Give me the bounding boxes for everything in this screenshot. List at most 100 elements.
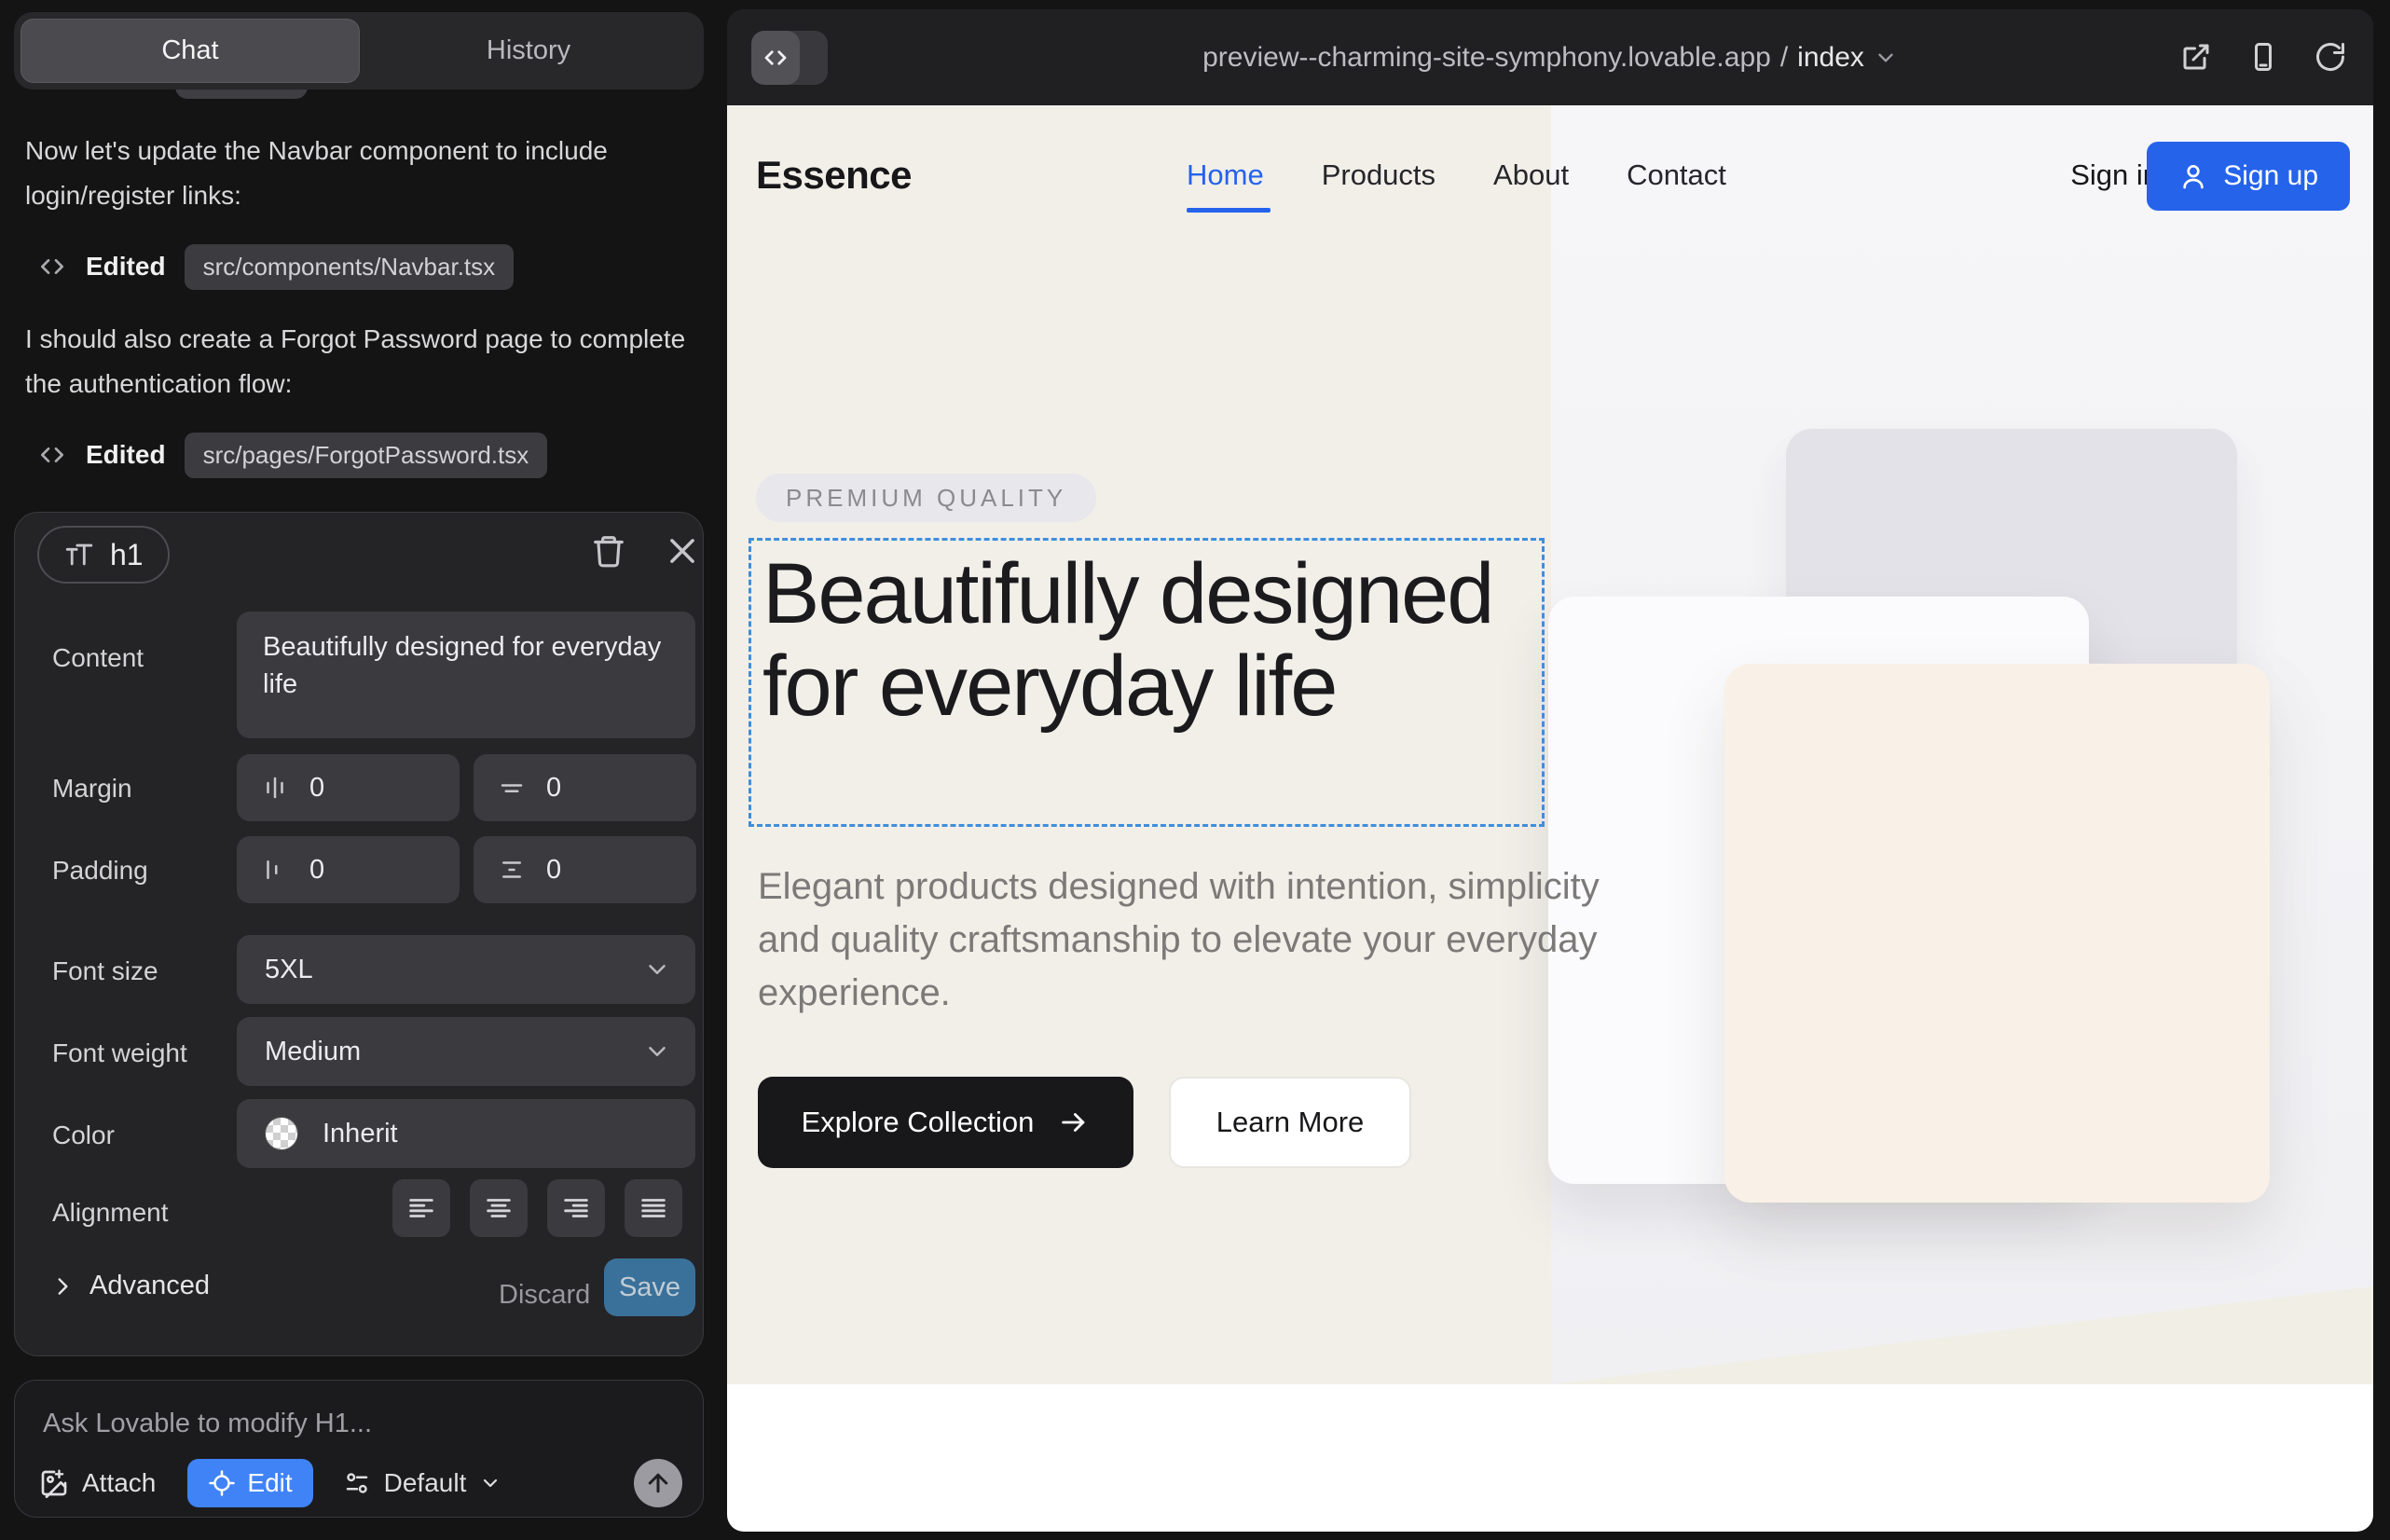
align-left-button[interactable]	[392, 1179, 450, 1237]
chrome-actions	[2179, 40, 2347, 74]
file-chip[interactable]: src/components/Navbar.tsx	[185, 244, 515, 290]
align-justify-button[interactable]	[625, 1179, 682, 1237]
tab-history[interactable]: History	[360, 19, 697, 83]
chat-message: Now let's update the Navbar component to…	[25, 129, 692, 218]
selected-element-tag: h1	[37, 526, 170, 584]
mode-select[interactable]: Default	[343, 1468, 502, 1498]
site-navbar: Essence Home Products About Contact Sign…	[727, 105, 2373, 245]
explore-collection-button[interactable]: Explore Collection	[758, 1077, 1133, 1168]
margin-horizontal-value: 0	[309, 773, 324, 804]
advanced-toggle[interactable]: Advanced	[50, 1271, 210, 1301]
type-icon	[63, 539, 95, 571]
attach-label: Attach	[82, 1468, 156, 1498]
align-right-button[interactable]	[547, 1179, 605, 1237]
chevron-down-icon	[643, 956, 671, 983]
send-button[interactable]	[634, 1459, 682, 1507]
nav-link-contact[interactable]: Contact	[1627, 158, 1726, 192]
chat-message: I should also create a Forgot Password p…	[25, 317, 692, 406]
nav-links: Home Products About Contact	[1187, 105, 1726, 245]
composer-placeholder[interactable]: Ask Lovable to modify H1...	[43, 1409, 372, 1439]
sidebar-tabbar: Chat History	[14, 12, 704, 89]
close-panel-button[interactable]	[665, 533, 700, 569]
site-logo[interactable]: Essence	[756, 105, 912, 245]
h1-selection-outline[interactable]: Beautifully designed for everyday life	[749, 538, 1545, 827]
font-size-value: 5XL	[265, 955, 313, 985]
margin-horizontal-input[interactable]: 0	[237, 754, 460, 821]
hero-subtext: Elegant products designed with intention…	[758, 860, 1615, 1020]
font-weight-select[interactable]: Medium	[237, 1017, 695, 1086]
active-nav-underline	[1187, 208, 1271, 213]
delete-element-button[interactable]	[591, 533, 626, 569]
sign-in-link[interactable]: Sign in	[2070, 105, 2159, 245]
discard-button[interactable]: Discard	[486, 1271, 603, 1320]
chat-sidebar: Chat History Now let's update the Navbar…	[0, 0, 727, 1540]
refresh-button[interactable]	[2314, 40, 2347, 74]
file-chip[interactable]: src/pages/ForgotPassword.tsx	[185, 433, 548, 478]
padding-label: Padding	[52, 856, 148, 886]
color-select[interactable]: Inherit	[237, 1099, 695, 1168]
margin-vertical-input[interactable]: 0	[474, 754, 696, 821]
padding-horizontal-value: 0	[309, 855, 324, 886]
image-plus-icon	[39, 1468, 69, 1498]
alignment-label: Alignment	[52, 1198, 169, 1228]
code-preview-toggle[interactable]	[751, 31, 828, 85]
sign-up-label: Sign up	[2223, 160, 2318, 192]
advanced-label: Advanced	[89, 1271, 210, 1301]
color-label: Color	[52, 1121, 115, 1150]
font-weight-label: Font weight	[52, 1038, 187, 1068]
learn-more-button[interactable]: Learn More	[1169, 1077, 1411, 1168]
edited-file-row: Edited src/components/Navbar.tsx	[37, 242, 514, 291]
element-tag-label: h1	[110, 538, 144, 572]
url-path: index	[1797, 42, 1864, 74]
content-input[interactable]: Beautifully designed for everyday life	[237, 612, 695, 738]
preview-chrome-bar: preview--charming-site-symphony.lovable.…	[727, 9, 2373, 105]
padding-horizontal-input[interactable]: 0	[237, 836, 460, 903]
url-host: preview--charming-site-symphony.lovable.…	[1202, 42, 1771, 74]
site-page: Essence Home Products About Contact Sign…	[727, 105, 2373, 1532]
padding-horizontal-icon	[261, 856, 289, 884]
url-separator: /	[1780, 42, 1788, 74]
premium-badge: PREMIUM QUALITY	[756, 474, 1096, 522]
nav-link-products[interactable]: Products	[1322, 158, 1435, 192]
open-in-new-tab-button[interactable]	[2179, 40, 2213, 74]
edit-label: Edit	[247, 1468, 292, 1498]
font-size-select[interactable]: 5XL	[237, 935, 695, 1004]
chevron-down-icon	[643, 1038, 671, 1066]
sign-up-button[interactable]: Sign up	[2147, 142, 2350, 211]
attach-button[interactable]: Attach	[39, 1468, 156, 1498]
chevron-down-icon	[1874, 46, 1898, 70]
code-icon	[37, 440, 67, 470]
code-icon	[37, 252, 67, 282]
font-size-label: Font size	[52, 956, 158, 986]
nav-link-about[interactable]: About	[1493, 158, 1569, 192]
nav-link-home[interactable]: Home	[1187, 158, 1264, 192]
code-view-icon[interactable]	[751, 31, 800, 85]
target-icon	[208, 1469, 236, 1497]
lovable-app: Chat History Now let's update the Navbar…	[0, 0, 2390, 1540]
margin-horizontal-icon	[261, 774, 289, 802]
chevron-down-icon	[479, 1472, 501, 1494]
padding-vertical-input[interactable]: 0	[474, 836, 696, 903]
edited-label: Edited	[86, 440, 166, 470]
transparent-swatch-icon	[265, 1117, 298, 1150]
url-bar[interactable]: preview--charming-site-symphony.lovable.…	[1202, 42, 1898, 74]
chevron-right-icon	[50, 1274, 75, 1299]
decorative-card-beige	[1724, 664, 2270, 1203]
save-button[interactable]: Save	[604, 1258, 695, 1316]
mobile-view-button[interactable]	[2246, 40, 2280, 74]
settings-sliders-icon	[343, 1469, 371, 1497]
margin-vertical-icon	[498, 774, 526, 802]
hero-headline[interactable]: Beautifully designed for everyday life	[762, 548, 1527, 733]
chat-composer[interactable]: Ask Lovable to modify H1... Attach Edit	[14, 1380, 704, 1518]
hero-section: Essence Home Products About Contact Sign…	[727, 105, 2373, 1384]
hero-cta-row: Explore Collection Learn More	[758, 1077, 1411, 1168]
padding-vertical-value: 0	[546, 855, 561, 886]
edit-mode-button[interactable]: Edit	[187, 1459, 312, 1507]
element-editor-panel: h1 Content Beautifully designed for ever…	[14, 512, 704, 1356]
composer-toolbar: Attach Edit Default	[39, 1459, 682, 1507]
arrow-up-icon	[644, 1469, 672, 1497]
edited-file-row: Edited src/pages/ForgotPassword.tsx	[37, 431, 547, 479]
tab-chat[interactable]: Chat	[21, 19, 360, 83]
align-center-button[interactable]	[470, 1179, 528, 1237]
font-weight-value: Medium	[265, 1037, 361, 1067]
